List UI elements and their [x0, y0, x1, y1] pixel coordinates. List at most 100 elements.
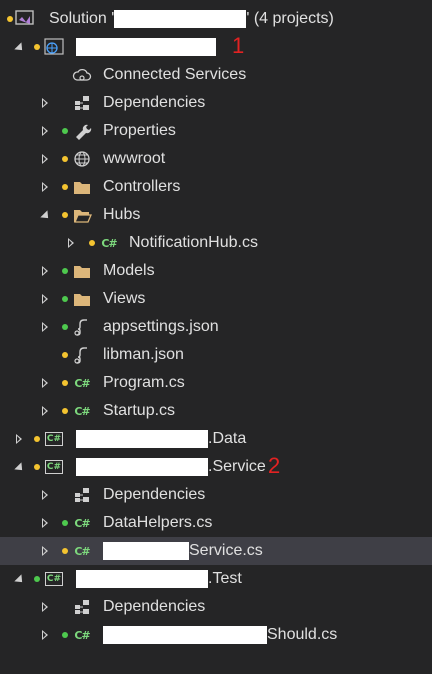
tree-item-models[interactable]: Models: [0, 257, 432, 285]
solution-label-suffix: ' (4 projects): [246, 10, 334, 27]
checked-in-indicator: [62, 128, 68, 134]
pending-change-indicator: [7, 16, 13, 22]
project-label-suffix: .Test: [208, 570, 242, 587]
tree-item-views[interactable]: Views: [0, 285, 432, 313]
redacted-text: [76, 458, 208, 476]
tree-item-label: NotificationHub.cs: [129, 234, 258, 251]
tree-item-test-dependencies[interactable]: Dependencies: [0, 593, 432, 621]
redacted-text: [103, 626, 267, 644]
csharp-file-icon: C#: [74, 628, 90, 642]
tree-item-properties[interactable]: Properties: [0, 117, 432, 145]
expand-arrow-icon[interactable]: [38, 397, 52, 425]
open-folder-icon: [72, 206, 92, 224]
checked-in-indicator: [62, 296, 68, 302]
tree-item-notification-hub[interactable]: C# NotificationHub.cs: [0, 229, 432, 257]
marker-number-1: 1: [232, 33, 245, 58]
tree-item-label: Dependencies: [103, 598, 206, 615]
tree-item-label: Properties: [103, 122, 176, 139]
csharp-file-icon: C#: [101, 236, 117, 250]
solution-label-prefix: Solution ': [49, 10, 115, 27]
pending-change-indicator: [89, 240, 95, 246]
tree-item-controllers[interactable]: Controllers: [0, 173, 432, 201]
tree-item-wwwroot[interactable]: wwwroot: [0, 145, 432, 173]
csharp-file-icon: C#: [74, 376, 90, 390]
tree-item-datahelpers[interactable]: C# DataHelpers.cs: [0, 509, 432, 537]
expand-arrow-icon[interactable]: [38, 285, 52, 313]
expand-arrow-icon[interactable]: [38, 257, 52, 285]
tree-item-label: wwwroot: [103, 150, 166, 167]
redacted-text: [103, 542, 189, 560]
csharp-file-icon: C#: [74, 544, 90, 558]
cloud-gear-icon: [72, 66, 92, 84]
tree-item-startup[interactable]: C# Startup.cs: [0, 397, 432, 425]
dependencies-icon: [72, 486, 92, 504]
csharp-project-icon: C#: [45, 432, 63, 446]
expand-arrow-icon[interactable]: [64, 229, 78, 257]
expand-arrow-icon[interactable]: [38, 593, 52, 621]
expand-arrow-icon[interactable]: [38, 621, 52, 649]
expand-arrow-icon[interactable]: [38, 481, 52, 509]
collapse-arrow-icon[interactable]: [38, 201, 52, 229]
expand-arrow-icon[interactable]: [38, 369, 52, 397]
project-label-suffix: .Data: [208, 430, 247, 447]
tree-item-service-file[interactable]: C# Service.cs: [0, 537, 432, 565]
pending-change-indicator: [62, 212, 68, 218]
redacted-text: [76, 38, 216, 56]
solution-label: Solution ' ' (4 projects): [49, 10, 334, 28]
service-project-label: .Service: [76, 458, 266, 476]
expand-arrow-icon[interactable]: [38, 313, 52, 341]
tree-item-appsettings[interactable]: appsettings.json: [0, 313, 432, 341]
folder-icon: [72, 290, 92, 308]
service-project-node[interactable]: C# .Service 2: [0, 453, 432, 481]
tree-item-label: Dependencies: [103, 486, 206, 503]
file-name-suffix: Service.cs: [189, 542, 263, 559]
web-project-node[interactable]: 1: [0, 33, 432, 61]
expand-arrow-icon[interactable]: [38, 173, 52, 201]
json-file-icon: [72, 318, 92, 336]
web-project-globe-icon: [42, 38, 66, 56]
tree-item-label: Hubs: [103, 206, 141, 223]
wrench-icon: [72, 122, 92, 140]
marker-number-2: 2: [268, 453, 281, 478]
pending-change-indicator: [34, 464, 40, 470]
expand-arrow-icon[interactable]: [38, 117, 52, 145]
collapse-arrow-icon[interactable]: [12, 565, 26, 593]
solution-node[interactable]: Solution ' ' (4 projects): [0, 5, 432, 33]
tree-item-label: Should.cs: [103, 626, 337, 644]
redacted-text: [114, 10, 247, 28]
json-file-icon: [72, 346, 92, 364]
web-project-label: [76, 38, 216, 56]
tree-item-dependencies[interactable]: Dependencies: [0, 89, 432, 117]
pending-change-indicator: [34, 436, 40, 442]
pending-change-indicator: [62, 408, 68, 414]
expand-arrow-icon[interactable]: [38, 89, 52, 117]
test-project-node[interactable]: C# .Test: [0, 565, 432, 593]
expand-arrow-icon[interactable]: [38, 509, 52, 537]
tree-item-test-file[interactable]: C# Should.cs: [0, 621, 432, 649]
tree-item-connected-services[interactable]: Connected Services: [0, 61, 432, 89]
tree-item-service-dependencies[interactable]: Dependencies: [0, 481, 432, 509]
csharp-project-icon: C#: [45, 572, 63, 586]
tree-item-program[interactable]: C# Program.cs: [0, 369, 432, 397]
redacted-text: [76, 570, 208, 588]
csharp-file-icon: C#: [74, 404, 90, 418]
tree-item-libman[interactable]: libman.json: [0, 341, 432, 369]
tree-item-hubs[interactable]: Hubs: [0, 201, 432, 229]
collapse-arrow-icon[interactable]: [12, 453, 26, 481]
checked-in-indicator: [62, 520, 68, 526]
project-label-suffix: .Service: [208, 458, 266, 475]
expand-arrow-icon[interactable]: [38, 537, 52, 565]
collapse-arrow-icon[interactable]: [12, 33, 26, 61]
checked-in-indicator: [34, 576, 40, 582]
tree-item-label: Dependencies: [103, 94, 206, 111]
globe-icon: [72, 150, 92, 168]
expand-arrow-icon[interactable]: [12, 425, 26, 453]
pending-change-indicator: [62, 548, 68, 554]
folder-icon: [72, 262, 92, 280]
pending-change-indicator: [34, 44, 40, 50]
data-project-node[interactable]: C# .Data: [0, 425, 432, 453]
pending-change-indicator: [62, 184, 68, 190]
visual-studio-solution-icon: [14, 10, 36, 28]
expand-arrow-icon[interactable]: [38, 145, 52, 173]
pending-change-indicator: [62, 380, 68, 386]
